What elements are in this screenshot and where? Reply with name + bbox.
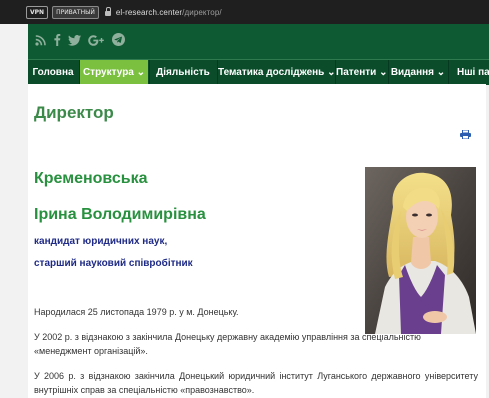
director-given-names: Ірина Володимирівна bbox=[34, 206, 206, 223]
director-surname: Кременовська bbox=[34, 170, 148, 187]
social-links bbox=[35, 33, 125, 51]
lock-icon[interactable] bbox=[104, 6, 111, 17]
bio-paragraph: У 2006 р. з відзнакою закінчила Донецьки… bbox=[34, 371, 478, 395]
twitter-icon[interactable] bbox=[68, 33, 81, 51]
site-header bbox=[28, 24, 489, 59]
url-path: /директор/ bbox=[182, 7, 222, 17]
nav-item-structure[interactable]: Структура ⌄ bbox=[80, 60, 148, 85]
google-plus-icon[interactable] bbox=[88, 33, 105, 51]
nav-item-activity[interactable]: Діяльність bbox=[150, 60, 216, 85]
print-icon[interactable] bbox=[460, 126, 471, 144]
telegram-icon[interactable] bbox=[112, 33, 125, 51]
nav-item-home[interactable]: Головна bbox=[28, 60, 78, 85]
url-domain: el-research.center bbox=[115, 7, 183, 17]
nav-item-publications[interactable]: Видання ⌄ bbox=[389, 60, 447, 85]
browser-address-bar[interactable]: VPN ПРИВАТНЫЙ el-research.center/директо… bbox=[0, 0, 489, 24]
rss-icon[interactable] bbox=[35, 33, 46, 51]
nav-item-research-topics[interactable]: Тематика досліджень ⌄ bbox=[218, 60, 336, 85]
nav-divider bbox=[448, 60, 449, 85]
vpn-badge[interactable]: VPN bbox=[26, 5, 49, 19]
page-title: Директор bbox=[34, 103, 114, 122]
page-left-margin bbox=[0, 24, 28, 398]
academic-rank: старший науковий співробітник bbox=[34, 258, 193, 269]
private-mode-badge: ПРИВАТНЫЙ bbox=[52, 5, 99, 19]
main-content: Директор Кременовська Ірина Володимирівн… bbox=[28, 84, 486, 398]
nav-item-patents[interactable]: Патенти ⌄ bbox=[336, 60, 387, 85]
director-photo bbox=[365, 167, 476, 334]
academic-degree: кандидат юридичних наук, bbox=[34, 236, 168, 247]
nav-item-more[interactable]: Нші па bbox=[457, 60, 489, 85]
url-text[interactable]: el-research.center/директор/ bbox=[116, 8, 222, 17]
main-nav: Головна Структура ⌄ Діяльність Тематика … bbox=[28, 59, 489, 85]
facebook-icon[interactable] bbox=[53, 33, 61, 51]
bio-paragraph: У 2002 р. з відзнакою з закінчила Донець… bbox=[34, 332, 421, 356]
